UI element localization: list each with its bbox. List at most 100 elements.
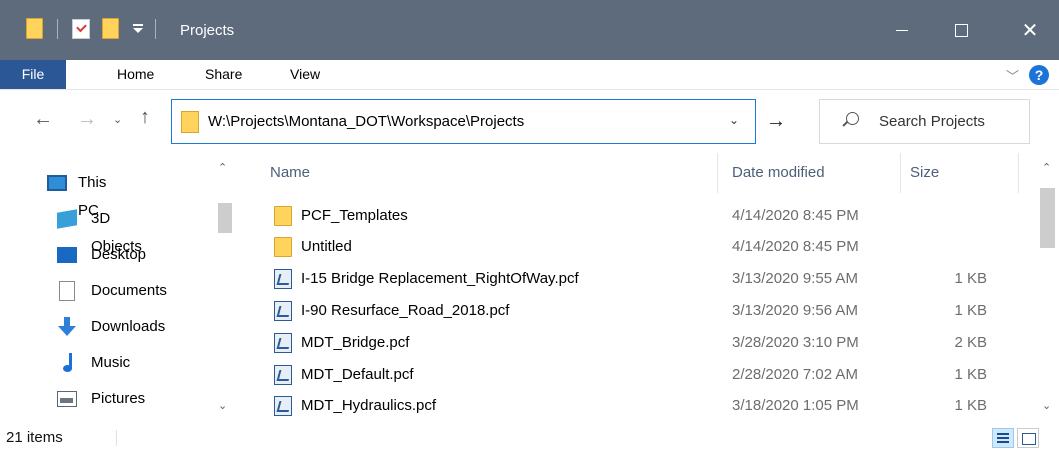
file-size: 1 KB: [954, 397, 987, 414]
table-row[interactable]: MDT_Bridge.pcf 3/28/2020 3:10 PM 2 KB: [246, 328, 1036, 359]
column-date-modified[interactable]: Date modified: [732, 164, 825, 181]
file-name: I-90 Resurface_Road_2018.pcf: [301, 302, 510, 319]
computer-icon: [47, 175, 67, 191]
minimize-button[interactable]: [873, 0, 931, 60]
tab-home[interactable]: Home: [117, 60, 154, 89]
customize-toolbar-icon[interactable]: [131, 22, 145, 36]
file-date: 3/13/2020 9:55 AM: [732, 270, 858, 287]
pcf-file-icon: [274, 396, 292, 416]
table-row[interactable]: I-90 Resurface_Road_2018.pcf 3/13/2020 9…: [246, 296, 1036, 327]
file-list-scrollbar[interactable]: ⌃ ⌄: [1037, 153, 1059, 423]
up-button[interactable]: ↑: [140, 106, 150, 129]
recent-locations-button[interactable]: ⌄: [113, 113, 122, 126]
minimize-icon: [896, 29, 908, 31]
scroll-down-icon[interactable]: ⌄: [218, 399, 227, 412]
new-folder-icon[interactable]: [102, 18, 119, 39]
file-name: MDT_Hydraulics.pcf: [301, 397, 437, 414]
table-row[interactable]: I-15 Bridge Replacement_RightOfWay.pcf 3…: [246, 264, 1036, 295]
file-date: 3/18/2020 1:05 PM: [732, 397, 859, 414]
file-date: 3/28/2020 3:10 PM: [732, 334, 859, 351]
address-path[interactable]: W:\Projects\Montana_DOT\Workspace\Projec…: [208, 113, 524, 130]
file-date: 4/14/2020 8:45 PM: [732, 207, 859, 224]
sidebar-item-label: Music: [91, 354, 131, 371]
sidebar-item-label: Pictures: [91, 390, 146, 407]
properties-icon[interactable]: [72, 18, 90, 39]
table-row[interactable]: MDT_Hydraulics.pcf 3/18/2020 1:05 PM 1 K…: [246, 391, 1036, 422]
pcf-file-icon: [274, 269, 292, 289]
forward-button[interactable]: →: [77, 108, 97, 131]
nav-scrollbar[interactable]: ⌃ ⌄: [215, 153, 236, 423]
file-date: 3/13/2020 9:56 AM: [732, 302, 858, 319]
maximize-button[interactable]: [932, 0, 990, 60]
file-name: Untitled: [301, 238, 352, 255]
chevron-down-icon: ⌄: [113, 114, 123, 126]
folder-icon[interactable]: [26, 18, 43, 39]
scroll-up-icon[interactable]: ⌃: [1042, 161, 1051, 174]
file-size: 1 KB: [954, 302, 987, 319]
table-row[interactable]: Untitled 4/14/2020 8:45 PM: [246, 232, 1036, 263]
window-title: Projects: [180, 22, 235, 39]
expand-ribbon-icon[interactable]: ﹀: [1006, 66, 1019, 85]
arrow-up-icon: ↑: [140, 106, 150, 128]
back-button[interactable]: ←: [33, 108, 53, 131]
divider: [155, 18, 156, 39]
folder-icon: [274, 206, 292, 226]
search-placeholder: Search Projects: [879, 113, 985, 130]
divider[interactable]: [1018, 153, 1019, 193]
divider[interactable]: [717, 153, 718, 193]
pcf-file-icon: [274, 365, 292, 385]
scroll-up-icon[interactable]: ⌃: [218, 161, 227, 174]
search-icon: [846, 112, 859, 125]
file-size: 1 KB: [954, 270, 987, 287]
sidebar-item-label: Documents: [91, 282, 167, 299]
column-name[interactable]: Name: [270, 164, 310, 181]
tab-share[interactable]: Share: [205, 60, 242, 89]
go-button[interactable]: →: [766, 110, 786, 133]
maximize-icon: [954, 23, 968, 37]
close-icon: ✕: [1021, 19, 1039, 42]
file-name: MDT_Bridge.pcf: [301, 334, 410, 351]
file-name: MDT_Default.pcf: [301, 366, 414, 383]
sidebar-item-label: Desktop: [91, 246, 147, 263]
arrow-right-icon: →: [766, 110, 786, 132]
large-icons-view-icon[interactable]: [1017, 428, 1039, 448]
item-count: 21 items: [6, 429, 63, 446]
scroll-thumb[interactable]: [218, 203, 232, 233]
navigation-pane: This PC 3D Objects Desktop Documents Dow…: [0, 153, 244, 423]
cube-icon: [57, 209, 77, 229]
file-name: PCF_Templates: [301, 207, 408, 224]
chevron-down-icon[interactable]: ⌄: [729, 113, 739, 127]
tab-file[interactable]: File: [0, 60, 66, 89]
details-view-icon[interactable]: [992, 428, 1014, 448]
divider: [57, 18, 58, 39]
table-row[interactable]: MDT_Default.pcf 2/28/2020 7:02 AM 1 KB: [246, 360, 1036, 391]
desktop-icon: [57, 247, 77, 263]
arrow-right-icon: →: [77, 108, 97, 130]
arrow-left-icon: ←: [33, 108, 53, 130]
column-size[interactable]: Size: [910, 164, 939, 181]
pcf-file-icon: [274, 301, 292, 321]
file-size: 2 KB: [954, 334, 987, 351]
scroll-down-icon[interactable]: ⌄: [1042, 399, 1051, 412]
help-icon[interactable]: ?: [1029, 65, 1049, 85]
document-icon: [59, 281, 75, 301]
divider[interactable]: [900, 153, 901, 193]
file-name: I-15 Bridge Replacement_RightOfWay.pcf: [301, 270, 579, 287]
ribbon-tabs: File Home Share View ﹀ ?: [0, 60, 1059, 90]
address-bar[interactable]: W:\Projects\Montana_DOT\Workspace\Projec…: [171, 99, 756, 144]
close-button[interactable]: ✕: [1001, 0, 1059, 60]
music-icon: [62, 353, 76, 373]
file-date: 4/14/2020 8:45 PM: [732, 238, 859, 255]
file-size: 1 KB: [954, 366, 987, 383]
divider: [116, 430, 117, 446]
scroll-thumb[interactable]: [1040, 188, 1055, 248]
table-row[interactable]: PCF_Templates 4/14/2020 8:45 PM: [246, 201, 1036, 232]
tab-view[interactable]: View: [290, 60, 320, 89]
sidebar-item-label: Downloads: [91, 318, 166, 335]
column-header: Name Date modified Size: [246, 153, 1036, 193]
status-bar: 21 items: [0, 423, 1059, 452]
folder-icon: [181, 111, 199, 133]
file-date: 2/28/2020 7:02 AM: [732, 366, 858, 383]
download-icon: [58, 317, 76, 337]
search-input[interactable]: Search Projects: [819, 99, 1030, 144]
